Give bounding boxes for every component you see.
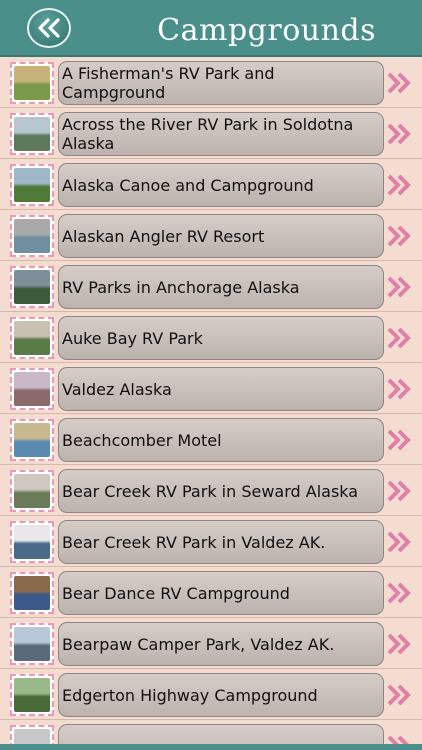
list-item[interactable]: Bearpaw Camper Park, Valdez AK. — [0, 618, 422, 669]
thumbnail-photo — [14, 576, 50, 610]
list-item[interactable]: Beachcomber Motel — [0, 414, 422, 465]
bottom-bar — [0, 744, 422, 750]
list-item[interactable]: RV Parks in Anchorage Alaska — [0, 261, 422, 312]
list-item-label: Across the River RV Park in Soldotna Ala… — [62, 115, 354, 153]
list-item-button[interactable]: A Fisherman's RV Park and Campground — [58, 61, 384, 105]
thumbnail-image — [10, 521, 54, 563]
list-item-label: Beachcomber Motel — [62, 430, 222, 450]
double-chevron-right-icon[interactable] — [386, 428, 412, 452]
double-chevron-left-icon — [38, 18, 60, 38]
thumbnail-image — [10, 62, 54, 104]
thumbnail-image — [10, 164, 54, 206]
list-item-button[interactable]: Bearpaw Camper Park, Valdez AK. — [58, 622, 384, 666]
thumbnail-photo — [14, 627, 50, 661]
thumbnail-photo — [14, 372, 50, 406]
list-item-button[interactable]: Bear Creek RV Park in Valdez AK. — [58, 520, 384, 564]
list-item-button[interactable]: Valdez Alaska — [58, 367, 384, 411]
double-chevron-right-icon[interactable] — [386, 530, 412, 554]
list-item-button[interactable]: Edgerton Highway Campground — [58, 673, 384, 717]
app-header: Campgrounds — [0, 0, 422, 57]
thumbnail-photo — [14, 321, 50, 355]
double-chevron-right-icon[interactable] — [386, 683, 412, 707]
thumbnail-photo — [14, 678, 50, 712]
list-item-button[interactable]: RV Parks in Anchorage Alaska — [58, 265, 384, 309]
list-item-label: Bear Creek RV Park in Valdez AK. — [62, 532, 326, 552]
thumbnail-image — [10, 266, 54, 308]
thumbnail-photo — [14, 474, 50, 508]
list-item-button[interactable]: Bear Creek RV Park in Seward Alaska — [58, 469, 384, 513]
list-item-button[interactable]: Auke Bay RV Park — [58, 316, 384, 360]
thumbnail-photo — [14, 423, 50, 457]
double-chevron-right-icon[interactable] — [386, 71, 412, 95]
thumbnail-image — [10, 113, 54, 155]
list-item-button[interactable]: Bear Dance RV Campground — [58, 571, 384, 615]
list-item-label: Valdez Alaska — [62, 379, 172, 399]
double-chevron-right-icon[interactable] — [386, 632, 412, 656]
list-item-label: Bear Dance RV Campground — [62, 583, 290, 603]
list-item[interactable]: Edgerton Highway Campground — [0, 669, 422, 720]
double-chevron-right-icon[interactable] — [386, 122, 412, 146]
list-item-label: Alaska Canoe and Campground — [62, 175, 314, 195]
list-item[interactable]: Bear Creek RV Park in Valdez AK. — [0, 516, 422, 567]
list-item[interactable]: Across the River RV Park in Soldotna Ala… — [0, 108, 422, 159]
thumbnail-image — [10, 215, 54, 257]
list-item-label: RV Parks in Anchorage Alaska — [62, 277, 300, 297]
list-item[interactable]: Bear Dance RV Campground — [0, 567, 422, 618]
thumbnail-photo — [14, 117, 50, 151]
list-item-label: Bearpaw Camper Park, Valdez AK. — [62, 634, 335, 654]
campground-list[interactable]: A Fisherman's RV Park and Campground Acro… — [0, 57, 422, 750]
list-item[interactable]: Alaskan Angler RV Resort — [0, 210, 422, 261]
page-title: Campgrounds — [157, 13, 376, 48]
thumbnail-image — [10, 623, 54, 665]
thumbnail-image — [10, 419, 54, 461]
double-chevron-right-icon[interactable] — [386, 173, 412, 197]
list-item-label: Alaskan Angler RV Resort — [62, 226, 265, 246]
thumbnail-image — [10, 674, 54, 716]
thumbnail-photo — [14, 66, 50, 100]
list-item-label: Edgerton Highway Campground — [62, 685, 318, 705]
list-item[interactable]: Valdez Alaska — [0, 363, 422, 414]
thumbnail-image — [10, 368, 54, 410]
list-item-label: Auke Bay RV Park — [62, 328, 203, 348]
double-chevron-right-icon[interactable] — [386, 581, 412, 605]
double-chevron-right-icon[interactable] — [386, 326, 412, 350]
list-item-button[interactable]: Alaska Canoe and Campground — [58, 163, 384, 207]
list-item-label: A Fisherman's RV Park and Campground — [62, 64, 275, 102]
double-chevron-right-icon[interactable] — [386, 275, 412, 299]
thumbnail-image — [10, 470, 54, 512]
list-item-button[interactable]: Across the River RV Park in Soldotna Ala… — [58, 112, 384, 156]
double-chevron-right-icon[interactable] — [386, 377, 412, 401]
list-item[interactable]: A Fisherman's RV Park and Campground — [0, 57, 422, 108]
list-item[interactable]: Auke Bay RV Park — [0, 312, 422, 363]
list-item[interactable]: Alaska Canoe and Campground — [0, 159, 422, 210]
thumbnail-image — [10, 317, 54, 359]
list-item-button[interactable]: Alaskan Angler RV Resort — [58, 214, 384, 258]
double-chevron-right-icon[interactable] — [386, 224, 412, 248]
thumbnail-photo — [14, 270, 50, 304]
thumbnail-photo — [14, 168, 50, 202]
back-button[interactable] — [27, 8, 71, 48]
thumbnail-photo — [14, 525, 50, 559]
double-chevron-right-icon[interactable] — [386, 479, 412, 503]
list-item-button[interactable]: Beachcomber Motel — [58, 418, 384, 462]
list-item-label: Bear Creek RV Park in Seward Alaska — [62, 481, 359, 501]
thumbnail-photo — [14, 219, 50, 253]
thumbnail-image — [10, 572, 54, 614]
list-item[interactable]: Bear Creek RV Park in Seward Alaska — [0, 465, 422, 516]
